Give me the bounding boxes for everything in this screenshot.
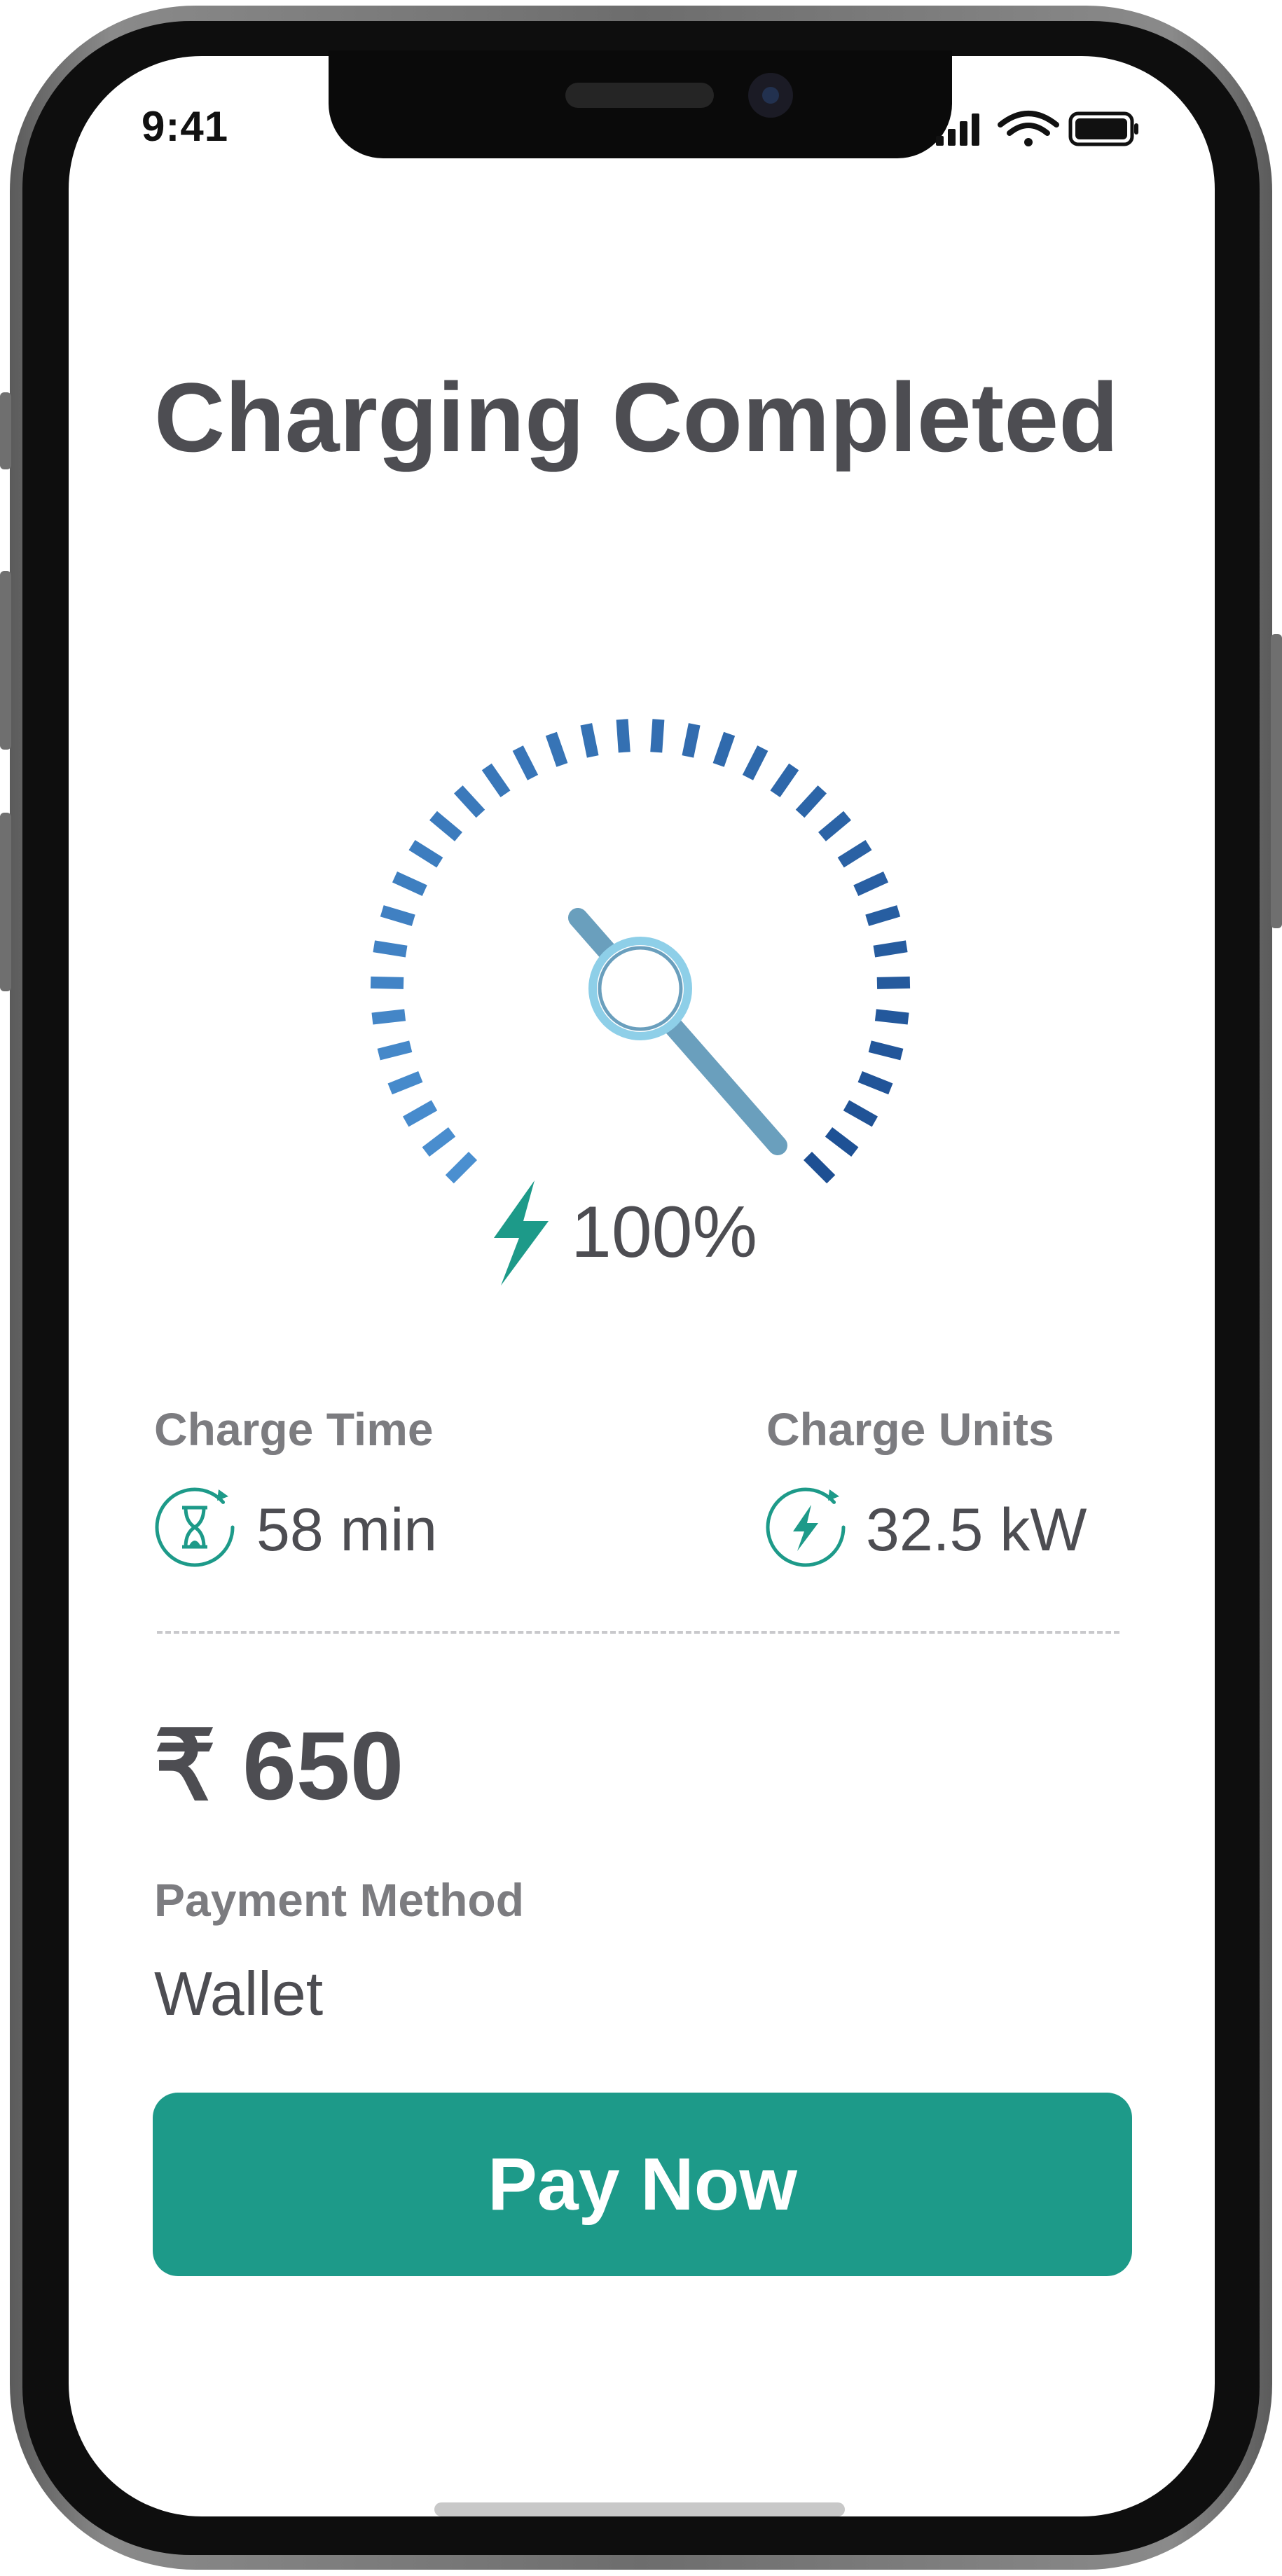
gauge-tick bbox=[445, 1151, 478, 1184]
speaker-grille bbox=[565, 83, 714, 108]
gauge-tick bbox=[853, 872, 889, 896]
gauge-tick bbox=[377, 1040, 413, 1061]
charge-time-value: 58 min bbox=[256, 1496, 438, 1564]
gauge-tick bbox=[371, 1009, 406, 1025]
mute-switch bbox=[0, 392, 11, 469]
gauge-tick bbox=[865, 905, 901, 926]
gauge-tick bbox=[818, 811, 851, 841]
bolt-circle-icon bbox=[766, 1487, 846, 1567]
divider bbox=[157, 1631, 1119, 1634]
gauge-tick bbox=[481, 763, 511, 798]
charge-units-label: Charge Units bbox=[766, 1403, 1054, 1455]
volume-up-button bbox=[0, 571, 11, 750]
gauge-tick bbox=[650, 719, 665, 753]
volume-down-button bbox=[0, 813, 11, 991]
gauge-tick bbox=[868, 1040, 904, 1061]
gauge-tick bbox=[373, 940, 408, 958]
gauge-tick bbox=[408, 839, 443, 868]
gauge-tick bbox=[429, 811, 462, 841]
gauge-tick bbox=[742, 745, 768, 780]
gauge-hub-inner bbox=[598, 946, 683, 1031]
pay-now-button[interactable]: Pay Now bbox=[153, 2093, 1132, 2276]
status-time: 9:41 bbox=[142, 103, 229, 150]
gauge-tick bbox=[402, 1100, 438, 1127]
gauge-tick bbox=[616, 719, 630, 753]
gauge-tick bbox=[874, 1009, 909, 1025]
gauge-tick bbox=[580, 723, 599, 758]
gauge-tick bbox=[387, 1070, 423, 1095]
gauge-tick bbox=[512, 745, 539, 780]
gauge-tick bbox=[370, 976, 404, 989]
gauge-tick bbox=[380, 905, 415, 926]
gauge-tick bbox=[392, 872, 427, 896]
amount-due: ₹ 650 bbox=[154, 1712, 404, 1820]
gauge-tick bbox=[795, 785, 827, 818]
payment-method-label: Payment Method bbox=[154, 1874, 525, 1926]
charge-percent: 100% bbox=[571, 1192, 757, 1273]
signal-icon bbox=[936, 113, 979, 146]
gauge-tick bbox=[712, 731, 736, 767]
gauge-tick bbox=[453, 785, 485, 818]
bolt-icon bbox=[494, 1180, 549, 1286]
gauge-tick bbox=[857, 1070, 893, 1095]
gauge-tick bbox=[843, 1100, 878, 1127]
hourglass-icon bbox=[155, 1487, 235, 1567]
charge-time-label: Charge Time bbox=[154, 1403, 434, 1455]
gauge-tick bbox=[682, 723, 701, 758]
status-icons bbox=[936, 111, 1138, 146]
gauge-tick bbox=[545, 731, 568, 767]
page-title: Charging Completed bbox=[154, 362, 1119, 472]
payment-method-value: Wallet bbox=[154, 1959, 324, 2028]
gauge-tick bbox=[837, 839, 872, 868]
gauge-tick bbox=[825, 1127, 859, 1157]
wifi-icon bbox=[998, 111, 1059, 146]
gauge-tick bbox=[876, 976, 911, 989]
power-button bbox=[1271, 634, 1282, 928]
gauge-tick bbox=[770, 763, 799, 798]
gauge-tick bbox=[803, 1151, 836, 1184]
front-camera bbox=[748, 73, 793, 118]
charge-units-value: 32.5 kW bbox=[866, 1496, 1087, 1564]
battery-icon bbox=[1068, 111, 1138, 146]
home-indicator bbox=[434, 2502, 845, 2516]
gauge-tick bbox=[422, 1127, 456, 1157]
gauge-tick bbox=[873, 940, 908, 958]
